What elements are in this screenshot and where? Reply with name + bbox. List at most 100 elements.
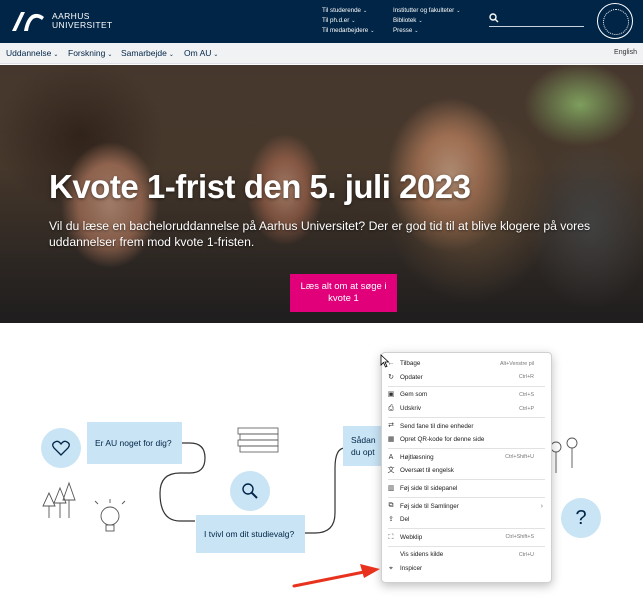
menu-item-label: Gem som	[400, 391, 428, 399]
menu-item-qr-kode[interactable]: ▦ Opret QR-kode for denne side	[382, 433, 551, 447]
top-links-column-2: Institutter og fakulteter ⌄ Bibliotek ⌄ Pr…	[393, 6, 460, 36]
menu-item-label: Opdater	[400, 373, 423, 381]
nav-item-forskning[interactable]: Forskning ⌄	[68, 48, 112, 58]
inspect-icon: ⌖	[389, 564, 393, 572]
top-link-presse[interactable]: Presse ⌄	[393, 26, 460, 36]
menu-item-label: Send fane til dine enheder	[400, 422, 474, 430]
question-box-optag[interactable]: Sådan du opt	[343, 426, 383, 466]
menu-item-opdater[interactable]: ↻ Opdater Ctrl+R	[382, 371, 551, 385]
menu-item-shortcut: Ctrl+Shift+U	[505, 454, 534, 461]
web-capture-icon: ⛶	[388, 533, 394, 541]
print-icon: ⎙	[388, 404, 394, 412]
chevron-down-icon: ⌄	[414, 28, 419, 34]
logo-line-2: UNIVERSITET	[52, 20, 113, 30]
nav-item-samarbejde[interactable]: Samarbejde ⌄	[121, 48, 174, 58]
hero-title: Kvote 1-frist den 5. juli 2023	[49, 168, 471, 205]
university-seal-icon	[597, 3, 633, 39]
top-link-label: Presse	[393, 27, 413, 34]
menu-item-label: Webklip	[400, 533, 423, 541]
chevron-down-icon: ⌄	[168, 52, 174, 58]
chevron-down-icon: ⌄	[418, 18, 423, 24]
au-logo[interactable]: AARHUS UNIVERSITET	[10, 9, 113, 33]
heart-circle	[41, 428, 81, 468]
main-navigation: Uddannelse ⌄ Forskning ⌄ Samarbejde ⌄ Om AU…	[0, 43, 643, 64]
menu-item-shortcut: Ctrl+Shift+S	[505, 534, 534, 541]
menu-item-send-fane[interactable]: ⇄ Send fane til dine enheder	[382, 419, 551, 433]
magnifier-icon	[242, 483, 258, 499]
save-icon: ▣	[387, 391, 395, 399]
magnifier-circle	[230, 471, 270, 511]
language-switch[interactable]: English	[614, 49, 637, 56]
question-box-label: I tvivl om dit studievalg?	[204, 529, 295, 539]
menu-item-inspicer[interactable]: ⌖ Inspicer	[382, 562, 551, 576]
top-link-bibliotek[interactable]: Bibliotek ⌄	[393, 16, 460, 26]
question-mark-circle: ?	[561, 498, 601, 538]
question-box-studievalg[interactable]: I tvivl om dit studievalg?	[196, 515, 305, 553]
menu-item-samlinger[interactable]: ⧉ Føj side til Samlinger ›	[382, 499, 551, 513]
annotation-arrow-icon	[292, 564, 380, 588]
trees-icon	[42, 481, 76, 518]
hero-banner: Kvote 1-frist den 5. juli 2023 Vil du læ…	[0, 65, 643, 323]
menu-item-shortcut: Ctrl+S	[519, 391, 534, 398]
top-link-label: Bibliotek	[393, 17, 417, 24]
browser-context-menu: ← Tilbage Alt+Venstre pil ↻ Opdater Ctrl+R ▣…	[381, 352, 552, 583]
top-link-til-medarbejdere[interactable]: Til medarbejdere ⌄	[322, 26, 374, 36]
menu-item-label: Tilbage	[400, 360, 421, 368]
top-link-til-phd[interactable]: Til ph.d.er ⌄	[322, 16, 374, 26]
chevron-right-icon: ›	[540, 502, 543, 510]
menu-item-label: Udskriv	[400, 405, 421, 413]
send-tab-icon: ⇄	[388, 422, 394, 430]
menu-item-label: Opret QR-kode for denne side	[400, 436, 485, 444]
menu-separator	[388, 385, 545, 387]
menu-item-label: Vis sidens kilde	[400, 551, 444, 559]
chevron-down-icon: ⌄	[107, 52, 113, 58]
menu-separator	[388, 545, 545, 547]
top-link-label: Til medarbejdere	[322, 27, 369, 34]
search-icon[interactable]	[489, 13, 499, 23]
menu-item-gem-som[interactable]: ▣ Gem som Ctrl+S	[382, 388, 551, 402]
menu-item-del[interactable]: ⇪ Del	[382, 513, 551, 527]
top-link-label: Til studerende	[322, 7, 361, 14]
nav-item-om-au[interactable]: Om AU ⌄	[184, 48, 218, 58]
top-link-label: Institutter og fakulteter	[393, 7, 455, 14]
share-icon: ⇪	[388, 515, 394, 523]
menu-item-vis-kilde[interactable]: Vis sidens kilde Ctrl+U	[382, 548, 551, 562]
question-box-label: du opt	[351, 447, 375, 457]
menu-item-label: Højtlæsning	[400, 453, 434, 461]
menu-item-hojtlaesning[interactable]: A Højtlæsning Ctrl+Shift+U	[382, 451, 551, 465]
menu-item-udskriv[interactable]: ⎙ Udskriv Ctrl+P	[382, 402, 551, 416]
mouse-pointer-icon	[380, 354, 390, 368]
menu-separator	[388, 496, 545, 498]
menu-item-webklip[interactable]: ⛶ Webklip Ctrl+Shift+S	[382, 531, 551, 545]
menu-item-shortcut: Ctrl+U	[518, 551, 534, 558]
top-link-til-studerende[interactable]: Til studerende ⌄	[322, 6, 374, 16]
menu-item-sidepanel[interactable]: ▥ Føj side til sidepanel	[382, 482, 551, 496]
nav-item-label: Uddannelse	[6, 48, 52, 58]
menu-item-oversaet[interactable]: 文 Oversæt til engelsk	[382, 464, 551, 478]
lightbulb-icon	[94, 499, 126, 532]
hero-cta-button[interactable]: Læs alt om at søge i kvote 1	[290, 274, 397, 312]
translate-icon: 文	[387, 467, 395, 475]
question-box-au[interactable]: Er AU noget for dig?	[87, 422, 182, 464]
search-input[interactable]	[489, 12, 584, 27]
chevron-down-icon: ⌄	[351, 18, 356, 24]
menu-item-label: Føj side til sidepanel	[400, 485, 458, 493]
heart-icon	[52, 440, 70, 456]
read-aloud-icon: A	[388, 453, 394, 461]
top-header: AARHUS UNIVERSITET Til studerende ⌄ Til p…	[0, 0, 643, 43]
top-link-institutter[interactable]: Institutter og fakulteter ⌄	[393, 6, 460, 16]
round-trees-icon	[550, 437, 578, 473]
menu-item-shortcut: Alt+Venstre pil	[499, 360, 534, 367]
nav-item-uddannelse[interactable]: Uddannelse ⌄	[6, 48, 58, 58]
menu-separator	[388, 528, 545, 530]
question-box-label: Sådan	[351, 435, 376, 445]
menu-separator	[388, 448, 545, 450]
side-panel-icon: ▥	[387, 484, 395, 492]
qr-code-icon: ▦	[387, 435, 395, 443]
menu-separator	[388, 479, 545, 481]
menu-item-label: Oversæt til engelsk	[400, 467, 454, 475]
menu-item-tilbage[interactable]: ← Tilbage Alt+Venstre pil	[382, 357, 551, 371]
nav-item-label: Forskning	[68, 48, 106, 58]
menu-item-label: Inspicer	[400, 565, 423, 573]
logo-wordmark: AARHUS UNIVERSITET	[52, 12, 113, 30]
